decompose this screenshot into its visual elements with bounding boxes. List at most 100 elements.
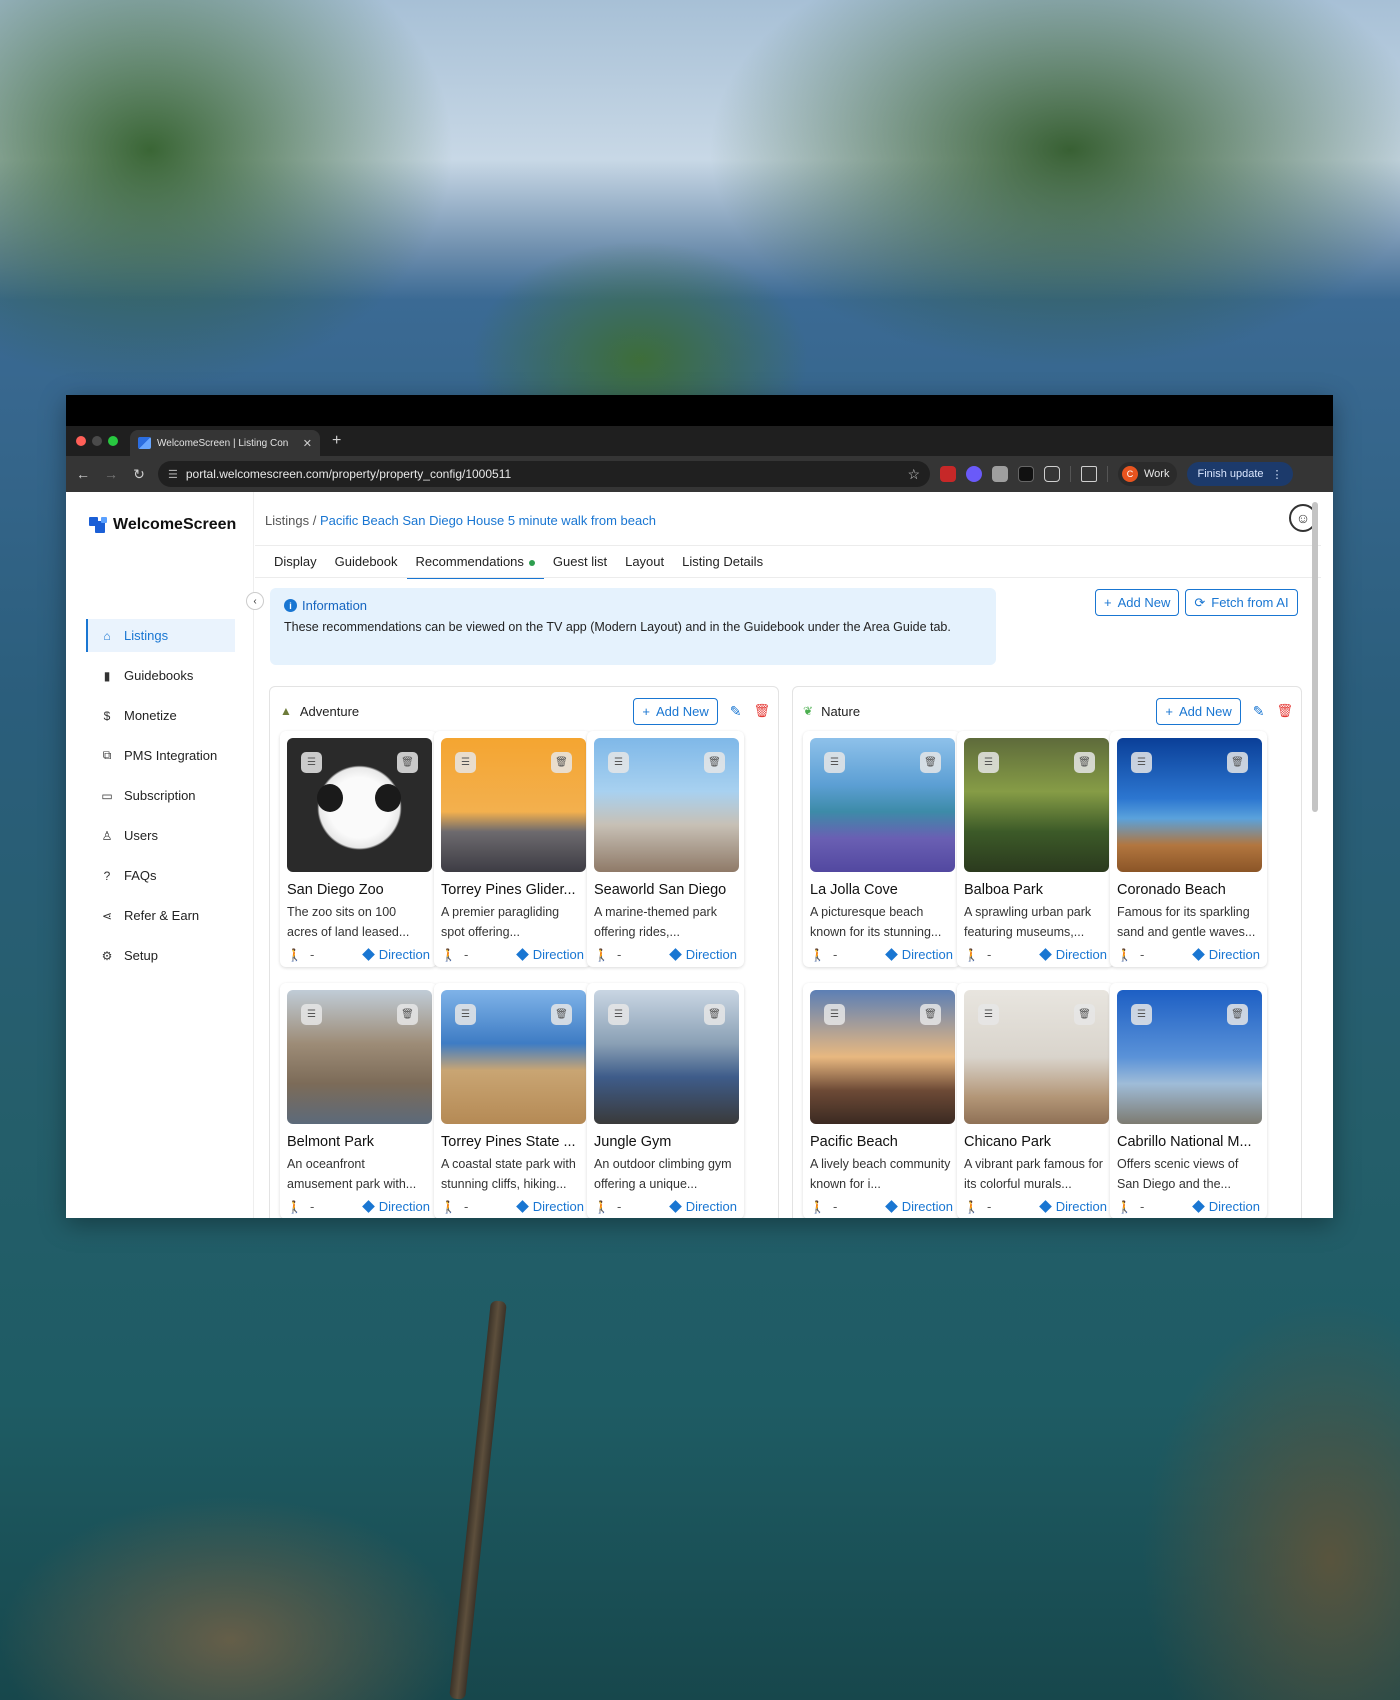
sidebar-nav: ⌂ Listings ▮ Guidebooks $ Monetize ⧉ PMS Integr… — [86, 619, 235, 979]
direction-link[interactable]: Direction — [515, 947, 584, 962]
recommendation-card[interactable]: ☰ 🗑 Pacific Beach A lively beach community … — [803, 983, 960, 1218]
direction-link[interactable]: Direction — [884, 1199, 953, 1214]
sidebar-item-monetize[interactable]: $ Monetize — [86, 699, 235, 732]
sidebar-item-pms-integration[interactable]: ⧉ PMS Integration — [86, 739, 235, 772]
drag-handle-icon[interactable]: ☰ — [1131, 1004, 1152, 1025]
recommendation-card[interactable]: ☰ 🗑 San Diego Zoo The zoo sits on 100 acres… — [280, 731, 437, 967]
recommendation-card[interactable]: ☰ 🗑 Balboa Park A sprawling urban park feat… — [957, 731, 1114, 967]
drag-handle-icon[interactable]: ☰ — [608, 752, 629, 773]
recommendation-card[interactable]: ☰ 🗑 Chicano Park A vibrant park famous for … — [957, 983, 1114, 1218]
breadcrumb-root[interactable]: Listings — [265, 513, 309, 528]
logo[interactable]: WelcomeScreen — [89, 516, 236, 534]
fetch-from-ai-button[interactable]: ⟳ Fetch from AI — [1185, 589, 1298, 616]
trash-icon[interactable]: 🗑 — [920, 1004, 941, 1025]
sidebar-item-refer-earn[interactable]: ⋖ Refer & Earn — [86, 899, 235, 932]
drag-handle-icon[interactable]: ☰ — [455, 752, 476, 773]
sidebar-item-subscription[interactable]: ▭ Subscription — [86, 779, 235, 812]
trash-icon[interactable]: 🗑 — [920, 752, 941, 773]
trash-icon[interactable]: 🗑 — [1227, 1004, 1248, 1025]
drag-handle-icon[interactable]: ☰ — [301, 752, 322, 773]
trash-icon[interactable]: 🗑 — [1227, 752, 1248, 773]
tab-guidebook[interactable]: Guidebook — [326, 549, 407, 579]
recommendation-card[interactable]: ☰ 🗑 Seaworld San Diego A marine-themed park… — [587, 731, 744, 967]
tab-display[interactable]: Display — [265, 549, 326, 579]
add-recommendation-button[interactable]: + Add New — [633, 697, 718, 725]
trash-icon[interactable]: 🗑 — [1074, 752, 1095, 773]
drag-handle-icon[interactable]: ☰ — [824, 1004, 845, 1025]
url-omnibox[interactable]: ☰ portal.welcomescreen.com/property/prop… — [158, 461, 930, 487]
extension-purple-icon[interactable] — [966, 466, 982, 482]
trash-icon[interactable]: 🗑 — [1074, 1004, 1095, 1025]
bookmark-star-icon[interactable]: ☆ — [907, 466, 920, 483]
direction-link[interactable]: Direction — [1038, 947, 1107, 962]
direction-link[interactable]: Direction — [515, 1199, 584, 1214]
trash-icon[interactable]: 🗑 — [397, 1004, 418, 1025]
direction-link[interactable]: Direction — [361, 1199, 430, 1214]
direction-link[interactable]: Direction — [1191, 1199, 1260, 1214]
scrollbar-thumb[interactable] — [1312, 502, 1318, 812]
side-panel-icon[interactable] — [1081, 466, 1097, 482]
edit-category-icon[interactable]: ✎ — [730, 703, 742, 720]
delete-category-icon[interactable]: 🗑 — [753, 703, 770, 719]
tab-recommendations[interactable]: Recommendations — [406, 549, 544, 579]
recommendation-card[interactable]: ☰ 🗑 Jungle Gym An outdoor climbing gym offe… — [587, 983, 744, 1218]
direction-link[interactable]: Direction — [668, 947, 737, 962]
edit-category-icon[interactable]: ✎ — [1253, 703, 1265, 720]
recommendation-card[interactable]: ☰ 🗑 Torrey Pines Glider... A premier paragl… — [434, 731, 591, 967]
extension-dark-icon[interactable] — [1018, 466, 1034, 482]
trash-icon[interactable]: 🗑 — [704, 1004, 725, 1025]
direction-link[interactable]: Direction — [361, 947, 430, 962]
drag-handle-icon[interactable]: ☰ — [1131, 752, 1152, 773]
more-menu-icon[interactable]: ⋮ — [1272, 468, 1283, 481]
minimize-window-button[interactable] — [92, 436, 102, 446]
walking-time: - — [1139, 947, 1145, 962]
sidebar-item-faqs[interactable]: ? FAQs — [86, 859, 235, 892]
trash-icon[interactable]: 🗑 — [551, 1004, 572, 1025]
trash-icon[interactable]: 🗑 — [551, 752, 572, 773]
tab-listing-details[interactable]: Listing Details — [673, 549, 772, 579]
recommendation-card[interactable]: ☰ 🗑 La Jolla Cove A picturesque beach known… — [803, 731, 960, 967]
drag-handle-icon[interactable]: ☰ — [301, 1004, 322, 1025]
reload-icon[interactable]: ↻ — [130, 466, 148, 483]
browser-tab[interactable]: WelcomeScreen | Listing Con ✕ — [130, 430, 320, 456]
tab-label: Guidebook — [334, 554, 398, 569]
drag-handle-icon[interactable]: ☰ — [978, 752, 999, 773]
trash-icon[interactable]: 🗑 — [397, 752, 418, 773]
sidebar-item-setup[interactable]: ⚙ Setup — [86, 939, 235, 972]
new-tab-icon[interactable]: + — [332, 432, 341, 450]
recommendation-card[interactable]: ☰ 🗑 Cabrillo National M... Offers scenic vi… — [1110, 983, 1267, 1218]
tab-guest-list[interactable]: Guest list — [544, 549, 616, 579]
direction-link[interactable]: Direction — [1191, 947, 1260, 962]
sidebar-item-guidebooks[interactable]: ▮ Guidebooks — [86, 659, 235, 692]
close-window-button[interactable] — [76, 436, 86, 446]
drag-handle-icon[interactable]: ☰ — [978, 1004, 999, 1025]
finish-update-button[interactable]: Finish update ⋮ — [1187, 462, 1293, 486]
direction-link[interactable]: Direction — [884, 947, 953, 962]
drag-handle-icon[interactable]: ☰ — [608, 1004, 629, 1025]
site-settings-icon[interactable]: ☰ — [168, 468, 178, 481]
drag-handle-icon[interactable]: ☰ — [455, 1004, 476, 1025]
drag-handle-icon[interactable]: ☰ — [824, 752, 845, 773]
back-icon[interactable]: ← — [74, 466, 92, 482]
add-new-category-button[interactable]: + Add New — [1095, 589, 1180, 616]
add-recommendation-button[interactable]: + Add New — [1156, 697, 1241, 725]
extension-red-icon[interactable] — [940, 466, 956, 482]
close-tab-icon[interactable]: ✕ — [303, 437, 312, 450]
recommendation-card[interactable]: ☰ 🗑 Torrey Pines State ... A coastal state … — [434, 983, 591, 1218]
collapse-sidebar-button[interactable]: ‹ — [246, 592, 264, 610]
forward-icon[interactable]: → — [102, 466, 120, 482]
delete-category-icon[interactable]: 🗑 — [1276, 703, 1293, 719]
direction-link[interactable]: Direction — [1038, 1199, 1107, 1214]
profile-button[interactable]: C Work — [1118, 462, 1178, 486]
extension-camera-icon[interactable] — [992, 466, 1008, 482]
direction-link[interactable]: Direction — [668, 1199, 737, 1214]
tab-layout[interactable]: Layout — [616, 549, 673, 579]
direction-icon — [884, 1200, 898, 1213]
sidebar-item-users[interactable]: ♙ Users — [86, 819, 235, 852]
trash-icon[interactable]: 🗑 — [704, 752, 725, 773]
sidebar-item-listings[interactable]: ⌂ Listings — [86, 619, 235, 652]
recommendation-card[interactable]: ☰ 🗑 Coronado Beach Famous for its sparkling… — [1110, 731, 1267, 967]
maximize-window-button[interactable] — [108, 436, 118, 446]
extensions-puzzle-icon[interactable] — [1044, 466, 1060, 482]
recommendation-card[interactable]: ☰ 🗑 Belmont Park An oceanfront amusement pa… — [280, 983, 437, 1218]
